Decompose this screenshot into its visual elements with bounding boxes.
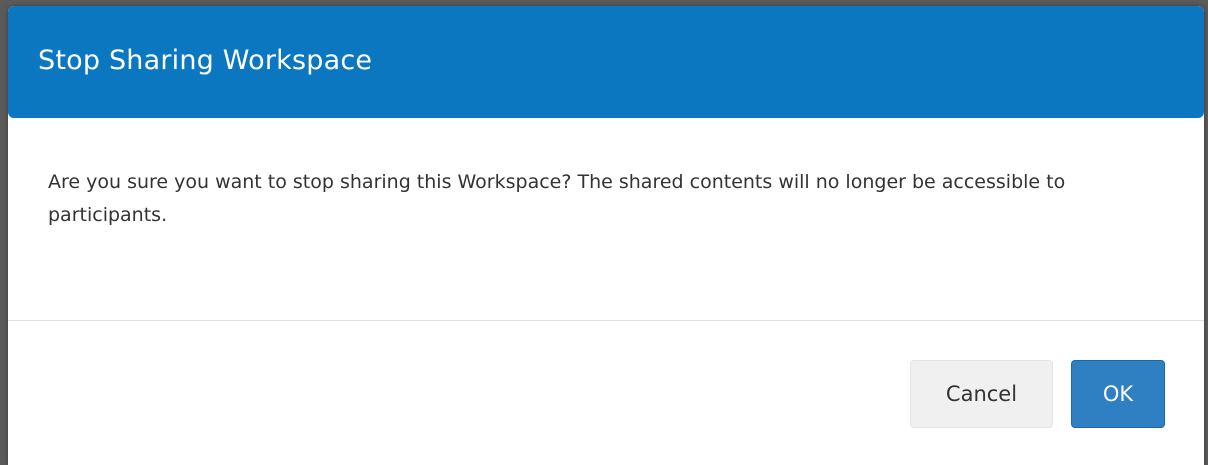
dialog-body: Are you sure you want to stop sharing th…	[8, 118, 1204, 320]
dialog-footer: Cancel OK	[8, 320, 1204, 465]
stop-sharing-dialog: Stop Sharing Workspace Are you sure you …	[8, 6, 1204, 465]
dialog-title: Stop Sharing Workspace	[38, 44, 373, 76]
dialog-message: Are you sure you want to stop sharing th…	[48, 171, 1066, 226]
ok-button[interactable]: OK	[1071, 360, 1165, 428]
cancel-button[interactable]: Cancel	[910, 360, 1053, 428]
dialog-header: Stop Sharing Workspace	[8, 6, 1204, 118]
